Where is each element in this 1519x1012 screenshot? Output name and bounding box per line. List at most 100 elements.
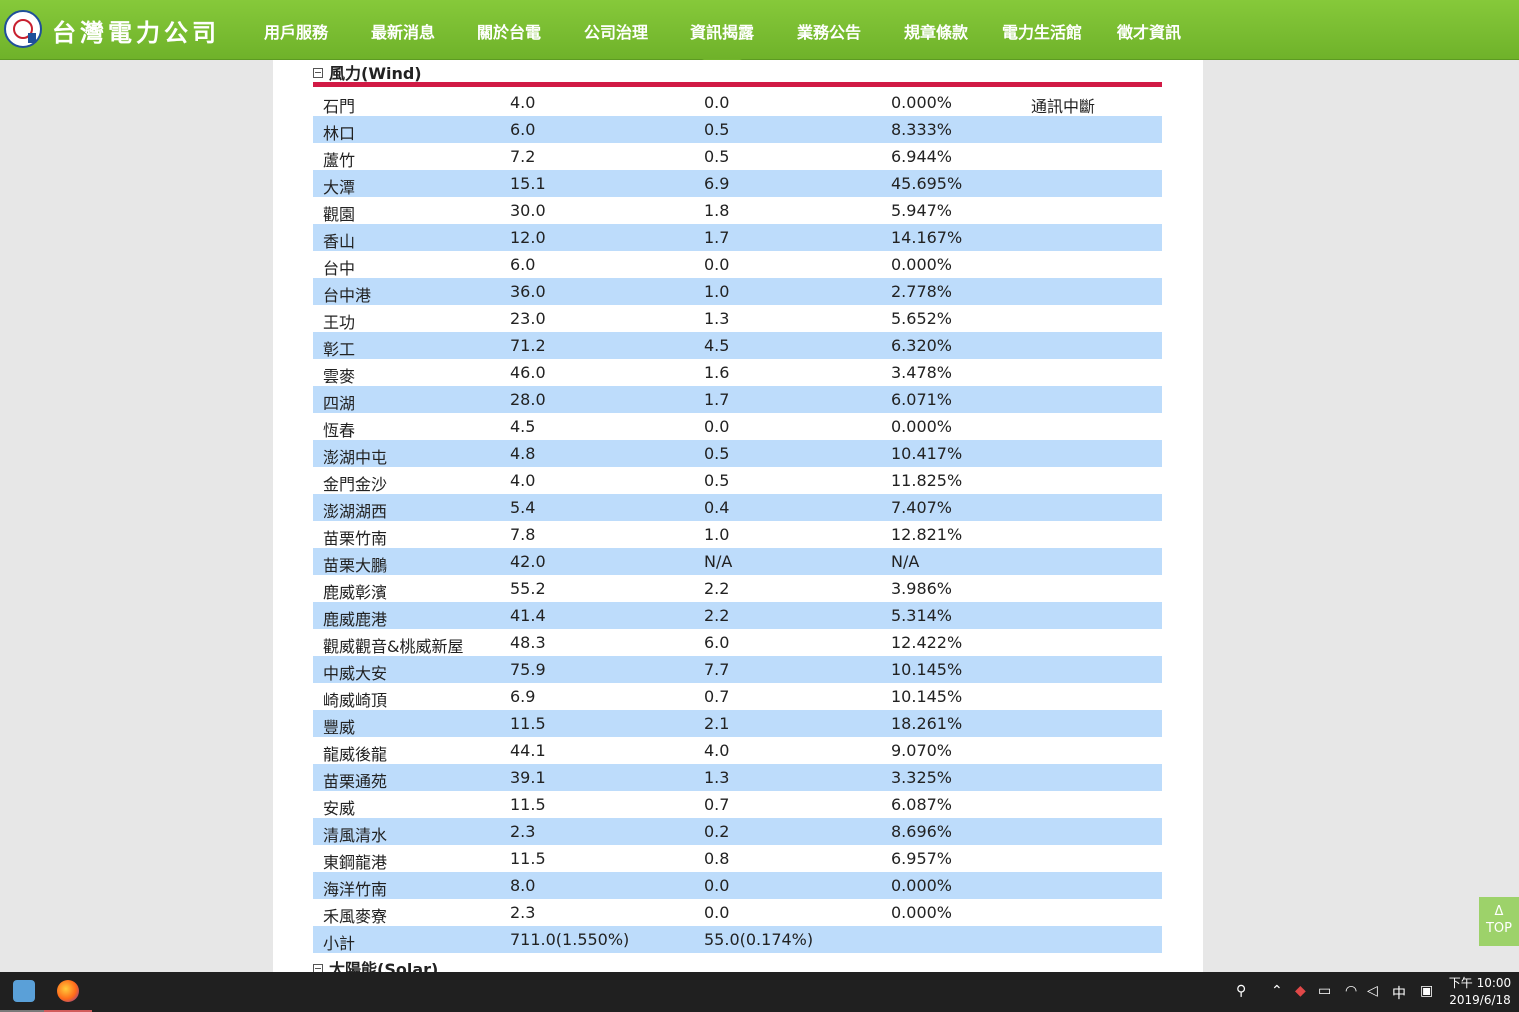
- cell-unit-name: 彰工: [323, 340, 356, 359]
- brand-name[interactable]: 台灣電力公司: [52, 13, 220, 48]
- cell-capacity: 7.8: [510, 525, 536, 544]
- cell-output-ratio: 5.314%: [891, 606, 953, 625]
- cell-output-ratio: 45.695%: [891, 174, 963, 193]
- table-row: 安威 11.5 0.7 6.087%: [313, 791, 1162, 818]
- cell-net-output: 7.7: [704, 660, 730, 679]
- cell-net-output: 0.8: [704, 849, 730, 868]
- cell-unit-name: 中威大安: [323, 664, 388, 683]
- cell-unit-name: 王功: [323, 313, 356, 332]
- table-row: 東鋼龍港 11.5 0.8 6.957%: [313, 845, 1162, 872]
- cell-unit-name: 苗栗大鵬: [323, 556, 388, 575]
- people-icon[interactable]: ⚲: [1236, 983, 1246, 999]
- cell-unit-name: 大潭: [323, 178, 356, 197]
- collapse-icon[interactable]: [313, 67, 323, 78]
- cell-output-ratio: 9.070%: [891, 741, 953, 760]
- table-row: 澎湖湖西 5.4 0.4 7.407%: [313, 494, 1162, 521]
- cell-capacity: 711.0(1.550%): [510, 930, 630, 949]
- nav-item-about[interactable]: 關於台電: [477, 19, 541, 43]
- cell-unit-name: 澎湖中屯: [323, 448, 388, 467]
- cell-capacity: 48.3: [510, 633, 546, 652]
- table-row: 海洋竹南 8.0 0.0 0.000%: [313, 872, 1162, 899]
- section-title-wind: 風力(Wind): [329, 64, 422, 83]
- table-row: 恆春 4.5 0.0 0.000%: [313, 413, 1162, 440]
- cell-capacity: 44.1: [510, 741, 546, 760]
- cell-capacity: 75.9: [510, 660, 546, 679]
- table-row: 大潭 15.1 6.9 45.695%: [313, 170, 1162, 197]
- nav-item-governance[interactable]: 公司治理: [584, 19, 648, 43]
- firefox-icon: [57, 980, 79, 1002]
- cell-unit-name: 鹿威彰濱: [323, 583, 388, 602]
- nav-item-power-life[interactable]: 電力生活館: [1002, 19, 1082, 43]
- nav-item-customer-service[interactable]: 用戶服務: [264, 19, 328, 43]
- wifi-icon[interactable]: ◠: [1345, 983, 1357, 999]
- cell-unit-name: 石門: [323, 97, 356, 116]
- cell-output-ratio: 3.986%: [891, 579, 953, 598]
- table-row: 雲麥 46.0 1.6 3.478%: [313, 359, 1162, 386]
- up-arrow-icon: Δ: [1494, 904, 1504, 919]
- cell-capacity: 7.2: [510, 147, 536, 166]
- cell-net-output: 0.4: [704, 498, 730, 517]
- cell-net-output: 2.2: [704, 606, 730, 625]
- table-row: 王功 23.0 1.3 5.652%: [313, 305, 1162, 332]
- cell-unit-name: 台中港: [323, 286, 372, 305]
- clock-time: 下午 10:00: [1448, 976, 1512, 990]
- taipower-logo-icon[interactable]: [4, 10, 42, 48]
- table-row: 彰工 71.2 4.5 6.320%: [313, 332, 1162, 359]
- cell-unit-name: 安威: [323, 799, 356, 818]
- cell-net-output: 0.0: [704, 417, 730, 436]
- cell-unit-name: 海洋竹南: [323, 880, 388, 899]
- nav-item-careers[interactable]: 徵才資訊: [1117, 19, 1181, 43]
- cell-net-output: 4.5: [704, 336, 730, 355]
- nav-item-disclosure[interactable]: 資訊揭露: [690, 19, 754, 43]
- table-row: 禾風麥寮 2.3 0.0 0.000%: [313, 899, 1162, 926]
- taskbar-app-file-manager[interactable]: [0, 972, 48, 1012]
- cell-output-ratio: 10.145%: [891, 687, 963, 706]
- notification-icon[interactable]: ▣: [1420, 983, 1433, 999]
- volume-icon[interactable]: ◁: [1367, 983, 1378, 999]
- collapse-icon[interactable]: [313, 963, 323, 972]
- cell-net-output: 55.0(0.174%): [704, 930, 814, 949]
- cell-unit-name: 觀園: [323, 205, 356, 224]
- table-row: 苗栗通苑 39.1 1.3 3.325%: [313, 764, 1162, 791]
- taskbar-clock[interactable]: 下午 10:00 2019/6/18: [1448, 975, 1512, 1009]
- cell-unit-name: 恆春: [323, 421, 356, 440]
- section-toggle-wind[interactable]: 風力(Wind): [313, 60, 422, 83]
- section-divider: [313, 82, 1162, 87]
- nav-item-announcements[interactable]: 業務公告: [797, 19, 861, 43]
- nav-item-news[interactable]: 最新消息: [371, 19, 435, 43]
- cell-net-output: 4.0: [704, 741, 730, 760]
- section-toggle-solar[interactable]: 太陽能(Solar): [313, 956, 438, 972]
- cell-unit-name: 豐威: [323, 718, 356, 737]
- table-row: 清風清水 2.3 0.2 8.696%: [313, 818, 1162, 845]
- cell-net-output: 6.0: [704, 633, 730, 652]
- table-row: 澎湖中屯 4.8 0.5 10.417%: [313, 440, 1162, 467]
- chevron-up-icon[interactable]: ⌃: [1271, 983, 1283, 999]
- cell-output-ratio: 8.696%: [891, 822, 953, 841]
- cell-output-ratio: 14.167%: [891, 228, 963, 247]
- table-row: 香山 12.0 1.7 14.167%: [313, 224, 1162, 251]
- cell-unit-name: 香山: [323, 232, 356, 251]
- cell-capacity: 71.2: [510, 336, 546, 355]
- taskbar-app-firefox[interactable]: [44, 972, 92, 1012]
- cell-output-ratio: 2.778%: [891, 282, 953, 301]
- taskbar: ⚲ ⌃ ◆ ▭ ◠ ◁ 中 ▣ 下午 10:00 2019/6/18: [0, 972, 1519, 1012]
- table-row: 觀威觀音&桃威新屋 48.3 6.0 12.422%: [313, 629, 1162, 656]
- cell-net-output: 0.7: [704, 687, 730, 706]
- cell-net-output: N/A: [704, 552, 733, 571]
- cell-net-output: 1.0: [704, 282, 730, 301]
- nav-item-regulations[interactable]: 規章條款: [904, 19, 968, 43]
- table-row: 豐威 11.5 2.1 18.261%: [313, 710, 1162, 737]
- cell-capacity: 2.3: [510, 822, 536, 841]
- cell-output-ratio: 5.947%: [891, 201, 953, 220]
- cell-output-ratio: 6.944%: [891, 147, 953, 166]
- cell-capacity: 6.0: [510, 120, 536, 139]
- battery-icon[interactable]: ▭: [1318, 983, 1331, 999]
- ime-indicator[interactable]: 中: [1392, 983, 1406, 1003]
- back-to-top-button[interactable]: Δ TOP: [1479, 897, 1519, 946]
- cell-output-ratio: 7.407%: [891, 498, 953, 517]
- cell-capacity: 6.0: [510, 255, 536, 274]
- security-shield-icon[interactable]: ◆: [1295, 983, 1306, 999]
- cell-output-ratio: 5.652%: [891, 309, 953, 328]
- cell-output-ratio: 0.000%: [891, 876, 953, 895]
- cell-unit-name: 林口: [323, 124, 356, 143]
